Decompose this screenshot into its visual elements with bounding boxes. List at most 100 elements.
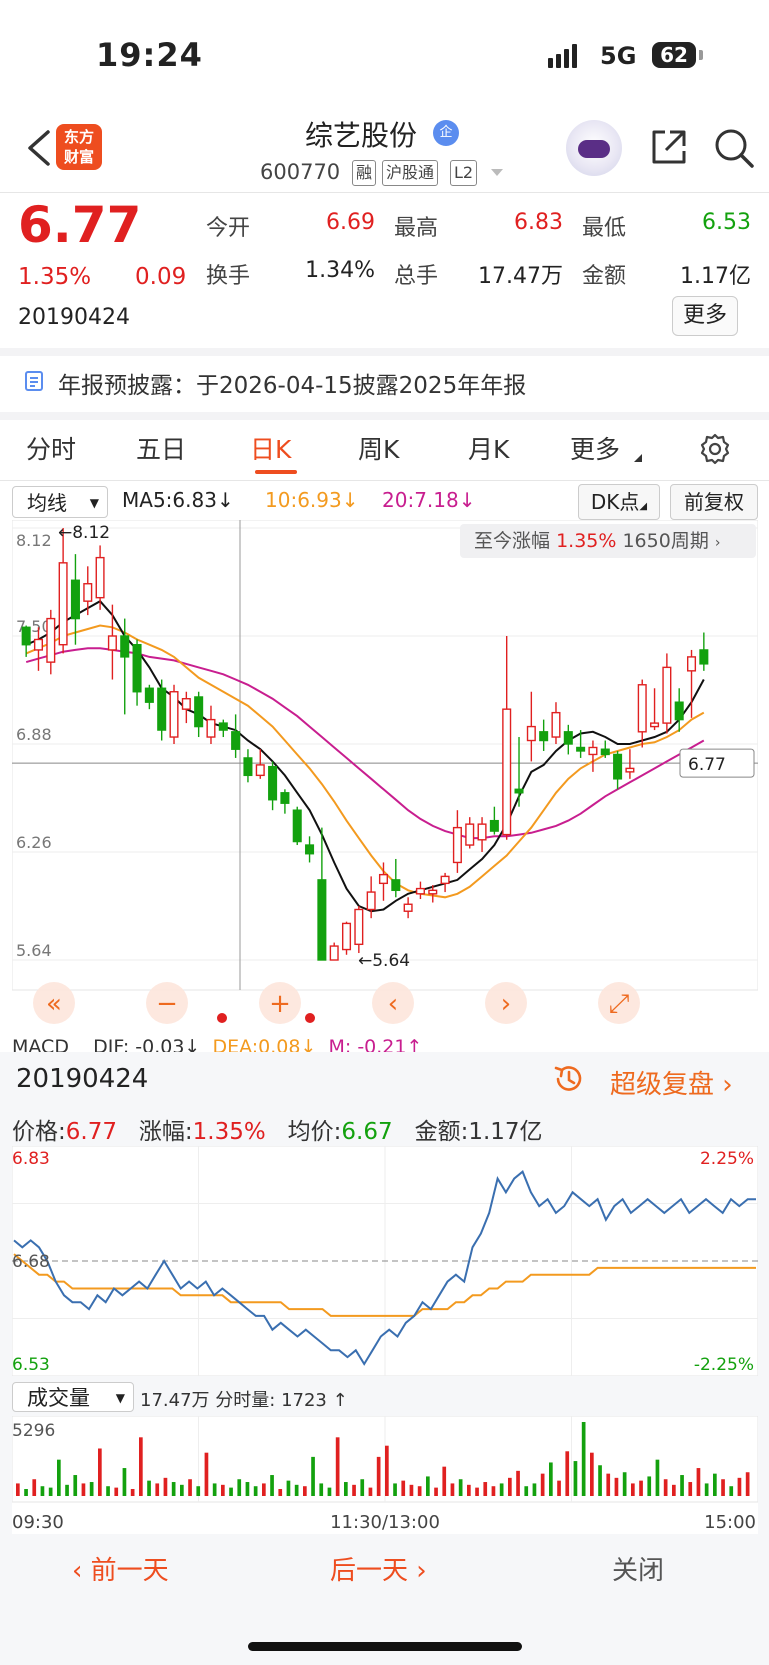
section-band <box>0 348 769 356</box>
volume-bar <box>631 1483 635 1496</box>
fullscreen-icon[interactable]: ⤢ <box>598 982 640 1024</box>
candle-body <box>686 656 697 672</box>
volume-bar <box>409 1484 414 1496</box>
dk-point-button[interactable]: DK点◢ <box>578 484 660 520</box>
volume-bar <box>139 1437 143 1496</box>
zoom-out-icon[interactable]: − <box>146 982 188 1024</box>
volume-bar <box>467 1484 471 1496</box>
zoom-in-icon[interactable]: + <box>259 982 301 1024</box>
candle-body <box>403 903 413 912</box>
tab-more[interactable]: 更多 <box>570 430 620 466</box>
tab-five-day[interactable]: 五日 <box>136 430 186 466</box>
volume-bar <box>73 1475 78 1496</box>
share-icon[interactable] <box>648 126 690 168</box>
volume-bar <box>581 1422 586 1496</box>
volume-chart: 5296 09:30 11:30/13:00 15:00 <box>12 1416 758 1534</box>
volume-bar <box>376 1456 381 1496</box>
turnover-label: 换手 <box>206 264 251 289</box>
signal-icon <box>548 44 577 68</box>
volume-bar <box>491 1486 496 1496</box>
tab-daily-k[interactable]: 日K <box>250 430 291 466</box>
annual-report-notice[interactable]: 年报预披露：于2026-04-15披露2025年年报 <box>58 366 526 400</box>
volume-bar <box>696 1468 701 1496</box>
control-glyph: ⤢ <box>609 989 630 1019</box>
candle-body <box>144 687 154 703</box>
search-icon[interactable] <box>712 126 756 170</box>
kline-chart[interactable]: 8.12 7.50 6.88 6.26 5.64 ←8.12 ←5.64 6.77 « − + ‹… <box>12 520 758 1040</box>
candle-body <box>194 696 204 728</box>
volume-bar <box>524 1486 529 1496</box>
since-change-box[interactable]: 至今涨幅 1.35% 1650周期 › <box>460 524 756 558</box>
candle-body <box>477 823 487 841</box>
volume-bar <box>393 1483 397 1496</box>
volume-bar <box>40 1486 45 1496</box>
pan-left-icon[interactable]: ‹ <box>372 982 414 1024</box>
candle-body <box>107 635 117 651</box>
y-tick-label: 7.50 <box>16 617 52 636</box>
tab-weekly-k[interactable]: 周K <box>358 430 399 466</box>
pct-low-label: -2.25% <box>694 1355 754 1375</box>
detail-date: 20190424 <box>16 1064 149 1094</box>
detail-info-row: 价格:6.77 涨幅:1.35% 均价:6.67 金额:1.17亿 <box>12 1119 543 1145</box>
intraday-chart[interactable]: 6.83 6.68 6.53 2.25% -2.25% <box>12 1146 758 1376</box>
active-tab-indicator <box>255 470 297 474</box>
history-clock-icon[interactable] <box>552 1062 586 1096</box>
volume-bar <box>212 1483 217 1496</box>
volume-bar <box>532 1483 537 1496</box>
gear-icon[interactable] <box>698 432 732 466</box>
volume-bar <box>196 1486 201 1496</box>
volume-bar <box>16 1483 20 1496</box>
tabs-separator <box>0 480 769 481</box>
volume-bar <box>221 1484 225 1496</box>
volume-bar <box>426 1476 430 1496</box>
candle-body <box>452 826 462 864</box>
volume-bar <box>245 1482 250 1496</box>
ma-select[interactable]: 均线 ▼ <box>12 486 108 518</box>
volume-bar <box>508 1477 512 1496</box>
tab-monthly-k[interactable]: 月K <box>468 430 509 466</box>
volume-label: 总手 <box>394 264 439 289</box>
super-replay-link[interactable]: 超级复盘 › <box>610 1064 733 1101</box>
candle-body <box>576 746 586 752</box>
volume-bar <box>89 1482 94 1496</box>
pct-high-label: 2.25% <box>700 1149 754 1169</box>
header-separator <box>0 192 769 193</box>
volume-select[interactable]: 成交量 ▼ <box>12 1382 134 1412</box>
more-button[interactable]: 更多 <box>672 296 738 336</box>
zoom-far-left-icon[interactable]: « <box>33 982 75 1024</box>
candle-body <box>613 753 623 780</box>
volume-bar <box>573 1461 578 1496</box>
volume-bar <box>360 1479 365 1496</box>
candle-body <box>268 765 278 801</box>
home-indicator <box>248 1642 522 1651</box>
volume-bar <box>344 1482 348 1496</box>
min-label: ←5.64 <box>358 951 410 971</box>
back-arrow-icon[interactable] <box>20 126 60 170</box>
close-button[interactable]: 关闭 <box>612 1550 664 1587</box>
volume-bar <box>270 1475 274 1496</box>
candle-body <box>181 698 191 710</box>
prev-day-button[interactable]: ‹ 前一天 <box>72 1550 169 1587</box>
candle-body <box>329 945 339 961</box>
stock-name[interactable]: 综艺股份 <box>305 114 417 154</box>
tab-intraday[interactable]: 分时 <box>26 430 76 466</box>
candle-body <box>440 875 450 885</box>
marker-dot <box>305 1013 315 1023</box>
adjust-button[interactable]: 前复权 <box>670 484 758 520</box>
volume-bar <box>704 1483 709 1496</box>
next-day-button[interactable]: 后一天 › <box>330 1550 427 1587</box>
volume-max-label: 5296 <box>12 1421 55 1441</box>
candle-body <box>231 731 241 750</box>
volume-bar <box>57 1459 61 1496</box>
chevron-down-icon[interactable] <box>490 168 504 178</box>
candle-body <box>33 638 44 651</box>
candle-body <box>317 879 327 961</box>
candle-body <box>526 725 536 742</box>
volume-bar <box>434 1487 438 1496</box>
logo-line1: 东方 <box>63 128 94 146</box>
network-type: 5G <box>600 42 637 70</box>
pan-right-icon[interactable]: › <box>485 982 527 1024</box>
candle-body <box>625 767 635 773</box>
tag-connect: 沪股通 <box>382 160 439 186</box>
volume-bar <box>639 1480 643 1496</box>
